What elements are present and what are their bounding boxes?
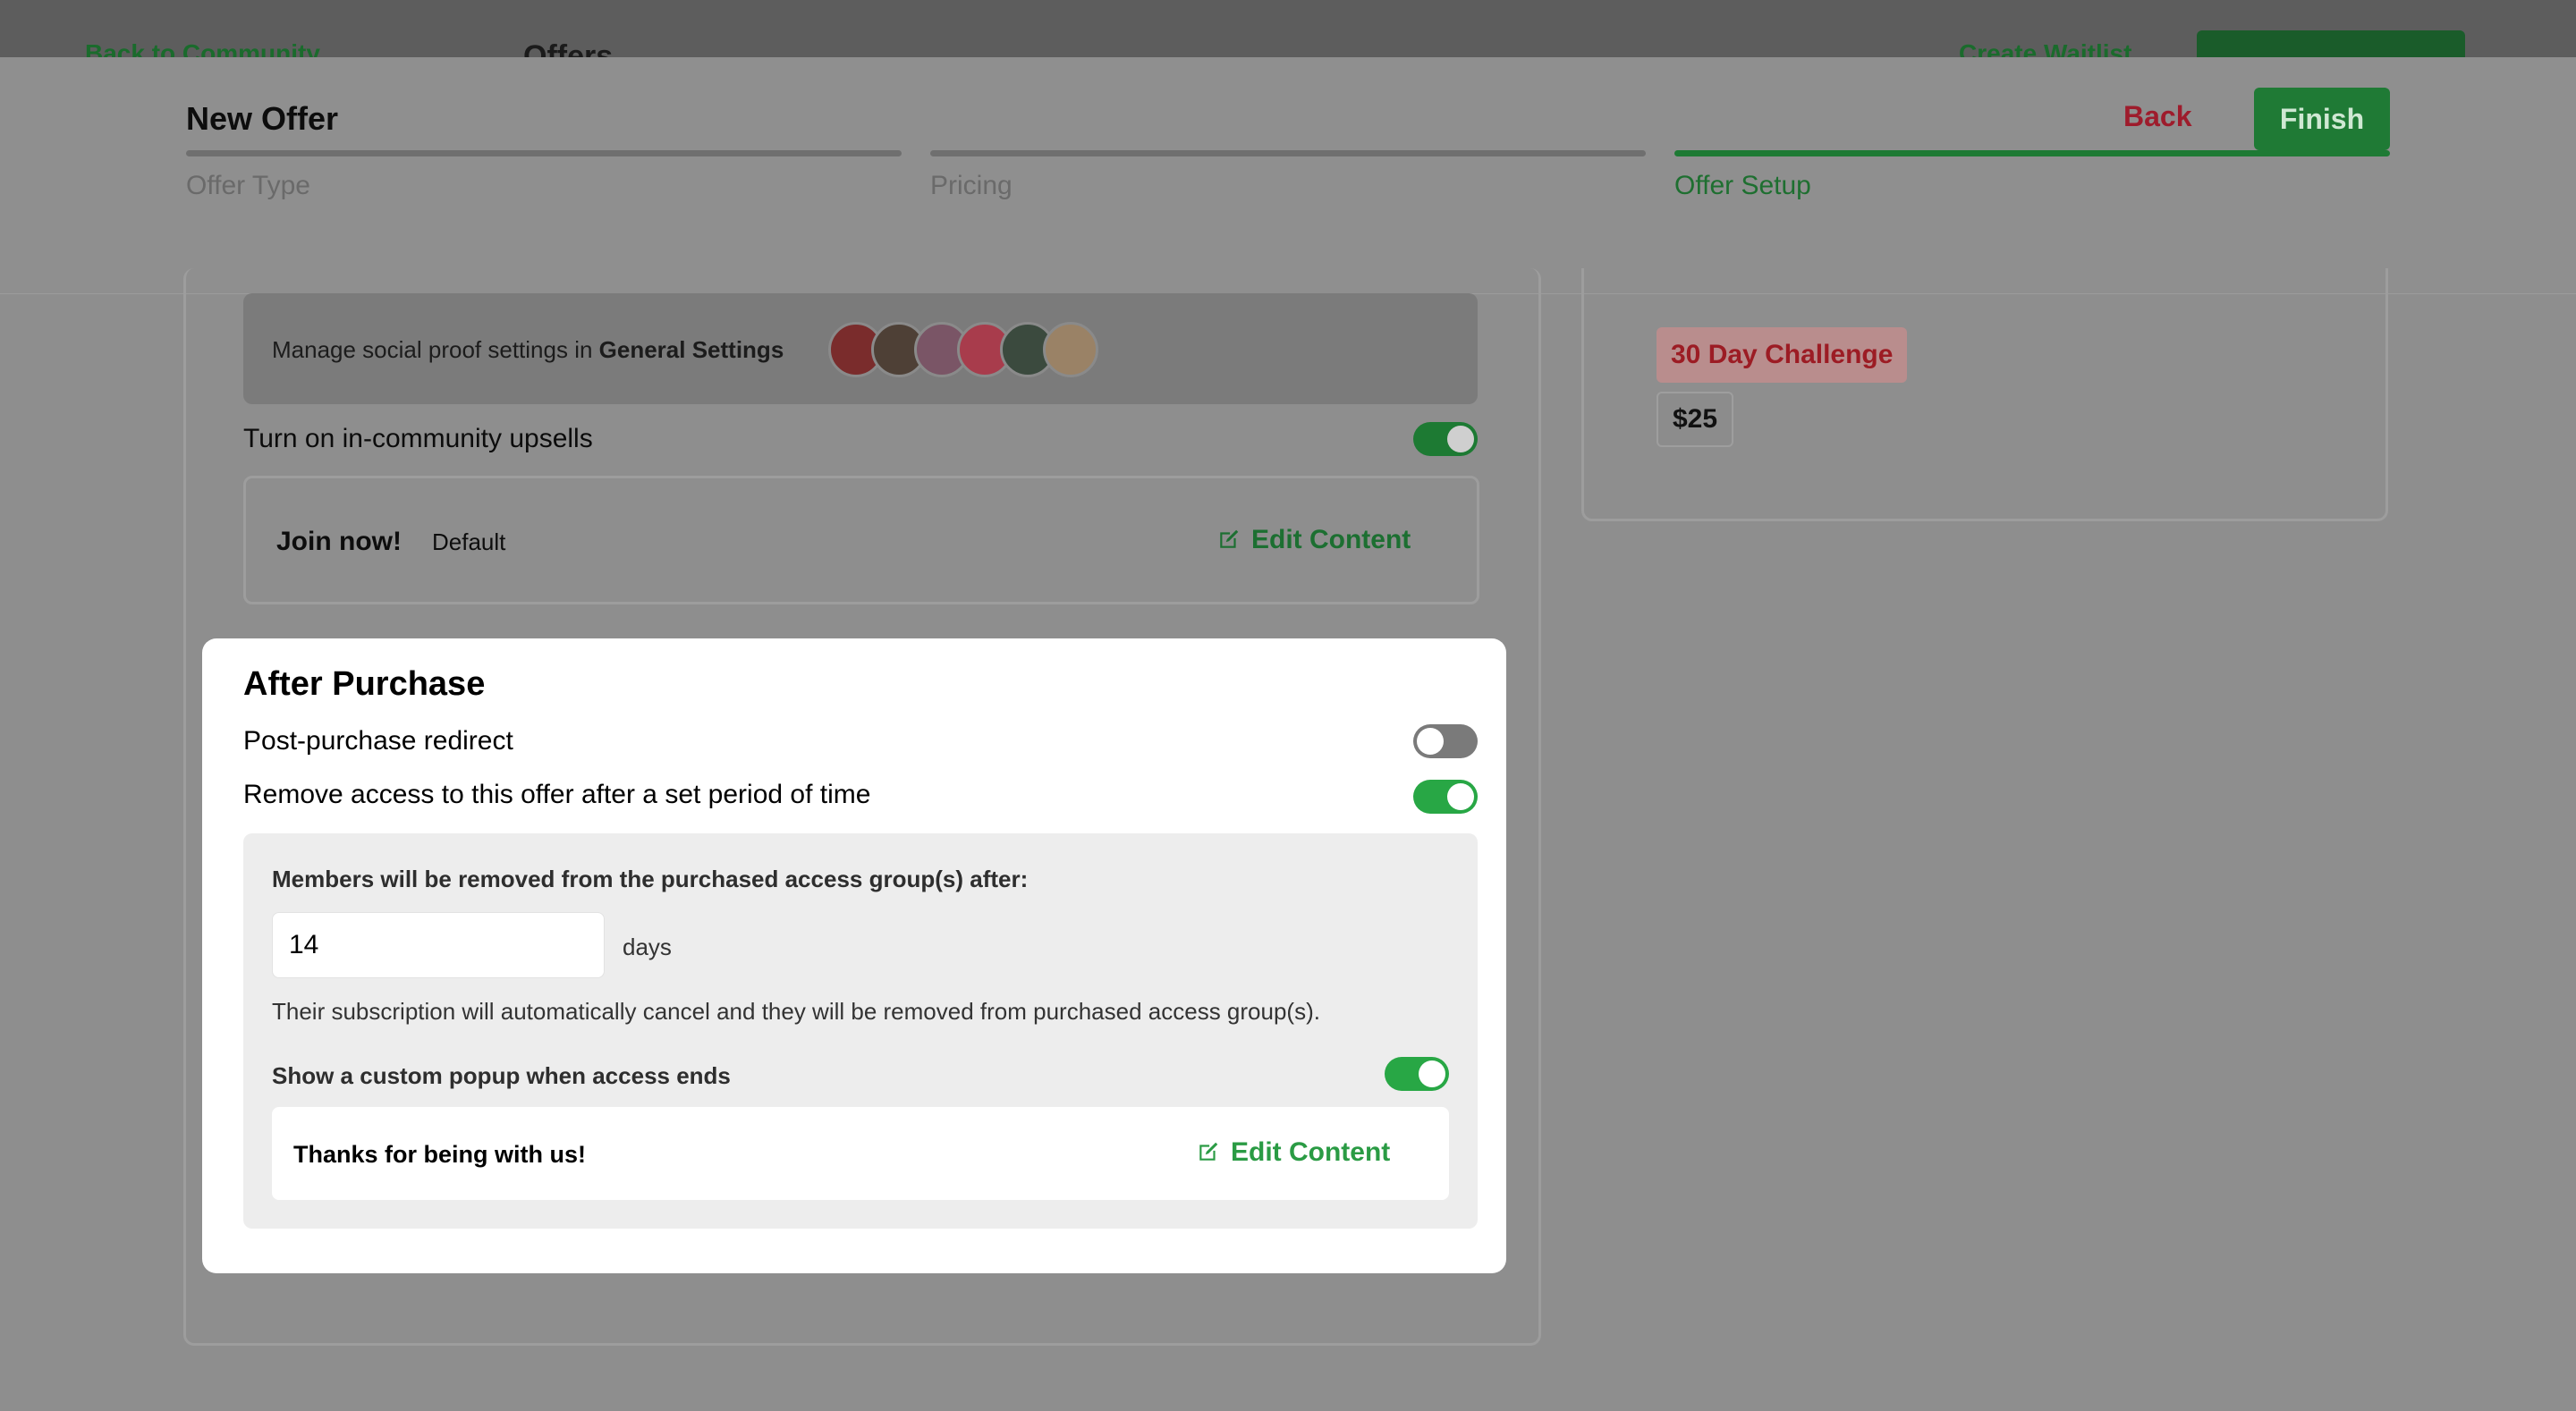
edit-icon <box>1220 529 1239 548</box>
custom-popup-toggle[interactable] <box>1385 1057 1449 1091</box>
after-purchase-heading: After Purchase <box>243 665 486 703</box>
finish-button[interactable]: Finish <box>2254 88 2390 150</box>
popup-content-card: Thanks for being with us! Edit Content <box>272 1107 1449 1200</box>
days-input-box[interactable] <box>272 912 605 978</box>
step-label: Pricing <box>930 171 1013 200</box>
post-purchase-redirect-toggle[interactable] <box>1413 724 1478 758</box>
remove-access-toggle[interactable] <box>1413 780 1478 814</box>
after-purchase-panel: After Purchase Post-purchase redirect Re… <box>202 638 1506 1273</box>
back-button[interactable]: Back <box>2123 100 2192 133</box>
remove-access-toggle-label: Remove access to this offer after a set … <box>243 780 871 809</box>
offer-price: $25 <box>1657 392 1734 447</box>
edit-icon <box>1199 1142 1218 1161</box>
step-offer-type[interactable]: Offer Type <box>186 150 902 201</box>
page-title: New Offer <box>186 100 339 137</box>
access-removal-settings: Members will be removed from the purchas… <box>243 833 1478 1229</box>
days-unit-label: days <box>623 934 672 960</box>
avatar <box>1043 322 1098 377</box>
custom-popup-label: Show a custom popup when access ends <box>272 1062 731 1089</box>
removal-note: Their subscription will automatically ca… <box>272 998 1320 1025</box>
days-input[interactable] <box>287 929 586 961</box>
upsell-toggle[interactable] <box>1413 422 1478 456</box>
upsell-edit-content-button[interactable]: Edit Content <box>1217 525 1411 555</box>
social-proof-box: Manage social proof settings in General … <box>243 293 1478 404</box>
upsell-card-title: Join now! <box>276 527 402 556</box>
step-progress-bar <box>186 150 902 156</box>
step-progress-bar <box>930 150 1646 156</box>
upsell-content-card: Join now! Default Edit Content <box>243 476 1479 604</box>
offer-tag: 30 Day Challenge <box>1657 327 1908 383</box>
popup-edit-content-button[interactable]: Edit Content <box>1197 1137 1390 1168</box>
background-topbar: Back to Community Offers Create Waitlist <box>0 0 2576 77</box>
upsell-card-tag: Default <box>432 528 506 555</box>
redirect-toggle-row: Post-purchase redirect <box>243 724 1478 760</box>
redirect-toggle-label: Post-purchase redirect <box>243 726 513 756</box>
step-pricing[interactable]: Pricing <box>930 150 1646 201</box>
social-proof-text: Manage social proof settings in General … <box>272 336 784 363</box>
upsell-toggle-row: Turn on in-community upsells <box>243 422 1478 458</box>
step-label: Offer Setup <box>1674 171 1811 200</box>
remove-access-toggle-row: Remove access to this offer after a set … <box>243 778 1478 814</box>
general-settings-link[interactable]: General Settings <box>599 336 784 363</box>
step-offer-setup[interactable]: Offer Setup <box>1674 150 2390 201</box>
popup-title: Thanks for being with us! <box>293 1141 587 1168</box>
upsell-toggle-label: Turn on in-community upsells <box>243 424 593 453</box>
removal-question: Members will be removed from the purchas… <box>272 866 1029 892</box>
step-progress-bar <box>1674 150 2390 156</box>
step-label: Offer Type <box>186 171 310 200</box>
